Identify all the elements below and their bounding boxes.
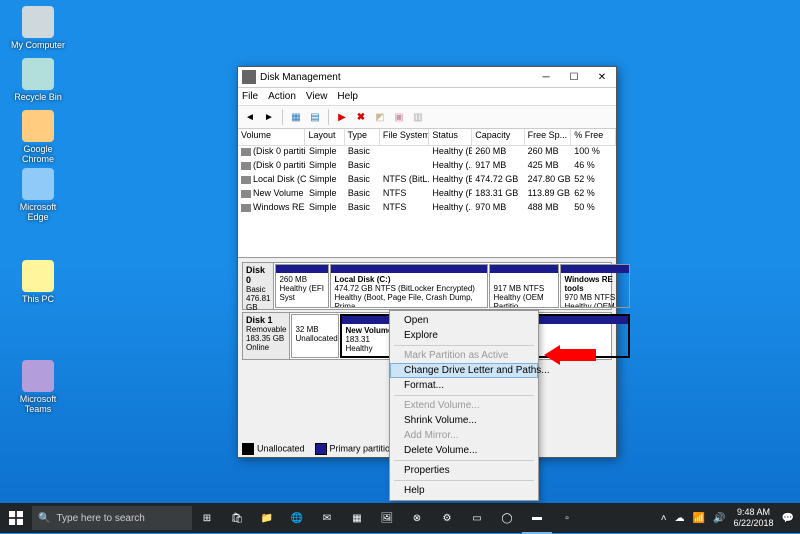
column-header[interactable]: Type bbox=[345, 129, 380, 145]
context-item[interactable]: Format... bbox=[390, 378, 538, 393]
taskbar-app-xbox[interactable]: ⊗ bbox=[402, 503, 432, 533]
taskbar-app-explorer[interactable]: 📁 bbox=[252, 503, 282, 533]
partition[interactable]: 32 MBUnallocated bbox=[291, 314, 339, 358]
settings-icon[interactable]: ▣ bbox=[391, 109, 407, 125]
taskbar-app-settings[interactable]: ⚙ bbox=[432, 503, 462, 533]
partition[interactable]: Local Disk (C:)474.72 GB NTFS (BitLocker… bbox=[330, 264, 488, 308]
system-tray[interactable]: ˄ ☁ 📶 🔊 9:48 AM6/22/2018 💬 bbox=[655, 507, 800, 529]
column-header[interactable]: File System bbox=[380, 129, 430, 145]
app-icon bbox=[242, 70, 256, 84]
volume-list[interactable]: VolumeLayoutTypeFile SystemStatusCapacit… bbox=[238, 129, 616, 258]
toolbar: ◄ ► ▦ ▤ ▶ ✖ ◩ ▣ ▥ bbox=[238, 106, 616, 129]
desktop-icon[interactable]: This PC bbox=[8, 260, 68, 304]
taskbar-app-disk[interactable]: ▬ bbox=[522, 502, 552, 534]
context-item[interactable]: Shrink Volume... bbox=[390, 413, 538, 428]
search-box[interactable]: 🔍 Type here to search bbox=[32, 506, 192, 530]
context-item[interactable]: Help bbox=[390, 483, 538, 498]
column-header[interactable]: Layout bbox=[305, 129, 344, 145]
menu-bar: File Action View Help bbox=[238, 88, 616, 106]
back-icon[interactable]: ◄ bbox=[242, 109, 258, 125]
disk-info[interactable]: Disk 0Basic476.81 GBOnline bbox=[243, 263, 274, 309]
desktop-icon[interactable]: Recycle Bin bbox=[8, 58, 68, 102]
help-icon[interactable]: ◩ bbox=[372, 109, 388, 125]
disk-row: Disk 0Basic476.81 GBOnline260 MBHealthy … bbox=[242, 262, 612, 310]
partition[interactable]: Windows RE tools970 MB NTFSHealthy (OEM … bbox=[560, 264, 630, 308]
context-item: Extend Volume... bbox=[390, 398, 538, 413]
disk-info[interactable]: Disk 1Removable183.35 GBOnline bbox=[243, 313, 290, 359]
notifications-icon[interactable]: 💬 bbox=[782, 513, 794, 524]
search-icon: 🔍 bbox=[38, 513, 50, 524]
start-button[interactable] bbox=[0, 503, 32, 533]
partition[interactable]: 917 MB NTFSHealthy (OEM Partitio bbox=[489, 264, 559, 308]
volume-row[interactable]: New Volume (...SimpleBasicNTFSHealthy (P… bbox=[238, 188, 616, 202]
volume-row[interactable]: (Disk 0 partition 4)SimpleBasicHealthy (… bbox=[238, 160, 616, 174]
taskbar-app-edge[interactable]: 🌐 bbox=[282, 503, 312, 533]
desktop-icon[interactable]: Google Chrome bbox=[8, 110, 68, 164]
minimize-button[interactable]: ─ bbox=[532, 68, 560, 87]
search-placeholder: Type here to search bbox=[56, 513, 144, 524]
menu-view[interactable]: View bbox=[306, 91, 328, 102]
context-item: Add Mirror... bbox=[390, 428, 538, 443]
volume-row[interactable]: Local Disk (C:)SimpleBasicNTFS (BitL...H… bbox=[238, 174, 616, 188]
tray-cloud-icon[interactable]: ☁ bbox=[675, 513, 685, 524]
column-header[interactable]: Status bbox=[429, 129, 472, 145]
taskbar-app-store[interactable]: 🛍 bbox=[222, 503, 252, 533]
volume-row[interactable]: (Disk 0 partition 1)SimpleBasicHealthy (… bbox=[238, 146, 616, 160]
menu-action[interactable]: Action bbox=[268, 91, 296, 102]
context-menu: OpenExplore Mark Partition as ActiveChang… bbox=[389, 310, 539, 501]
menu-file[interactable]: File bbox=[242, 91, 258, 102]
tray-wifi-icon[interactable]: 📶 bbox=[693, 513, 705, 524]
refresh-icon[interactable]: ▦ bbox=[288, 109, 304, 125]
column-header[interactable]: % Free bbox=[571, 129, 616, 145]
context-item[interactable]: Delete Volume... bbox=[390, 443, 538, 458]
delete-icon[interactable]: ✖ bbox=[353, 109, 369, 125]
desktop-icon[interactable]: Microsoft Edge bbox=[8, 168, 68, 222]
taskbar-app-cortana[interactable]: ◯ bbox=[492, 503, 522, 533]
tray-chevron-icon[interactable]: ˄ bbox=[661, 513, 667, 524]
desktop-icon[interactable]: My Computer bbox=[8, 6, 68, 50]
maximize-button[interactable]: ☐ bbox=[560, 68, 588, 87]
clock[interactable]: 9:48 AM6/22/2018 bbox=[734, 507, 774, 529]
context-item[interactable]: Properties bbox=[390, 463, 538, 478]
taskbar-app-photos[interactable]: 🖼 bbox=[372, 503, 402, 533]
taskbar-app-other[interactable]: ▫ bbox=[552, 503, 582, 533]
tray-volume-icon[interactable]: 🔊 bbox=[713, 513, 725, 524]
taskbar-app-terminal[interactable]: ▭ bbox=[462, 503, 492, 533]
taskbar[interactable]: 🔍 Type here to search ⊞ 🛍 📁 🌐 ✉ ▦ 🖼 ⊗ ⚙ … bbox=[0, 503, 800, 533]
task-view-icon[interactable]: ⊞ bbox=[192, 503, 222, 533]
context-item[interactable]: Open bbox=[390, 313, 538, 328]
desktop-icon[interactable]: Microsoft Teams bbox=[8, 360, 68, 414]
context-item[interactable]: Explore bbox=[390, 328, 538, 343]
context-item: Mark Partition as Active bbox=[390, 348, 538, 363]
close-button[interactable]: ✕ bbox=[588, 68, 616, 87]
volume-row[interactable]: Windows RE toolsSimpleBasicNTFSHealthy (… bbox=[238, 202, 616, 216]
action-icon[interactable]: ▶ bbox=[334, 109, 350, 125]
titlebar[interactable]: Disk Management ─ ☐ ✕ bbox=[238, 67, 616, 88]
properties-icon[interactable]: ▤ bbox=[307, 109, 323, 125]
column-header[interactable]: Capacity bbox=[472, 129, 524, 145]
context-item[interactable]: Change Drive Letter and Paths... bbox=[390, 363, 538, 378]
view-icon[interactable]: ▥ bbox=[410, 109, 426, 125]
taskbar-app-excel[interactable]: ▦ bbox=[342, 503, 372, 533]
window-title: Disk Management bbox=[260, 72, 532, 83]
column-header[interactable]: Free Sp... bbox=[525, 129, 572, 145]
column-header[interactable]: Volume bbox=[238, 129, 305, 145]
forward-icon[interactable]: ► bbox=[261, 109, 277, 125]
menu-help[interactable]: Help bbox=[337, 91, 358, 102]
partition[interactable]: 260 MBHealthy (EFI Syst bbox=[275, 264, 329, 308]
taskbar-app-mail[interactable]: ✉ bbox=[312, 503, 342, 533]
